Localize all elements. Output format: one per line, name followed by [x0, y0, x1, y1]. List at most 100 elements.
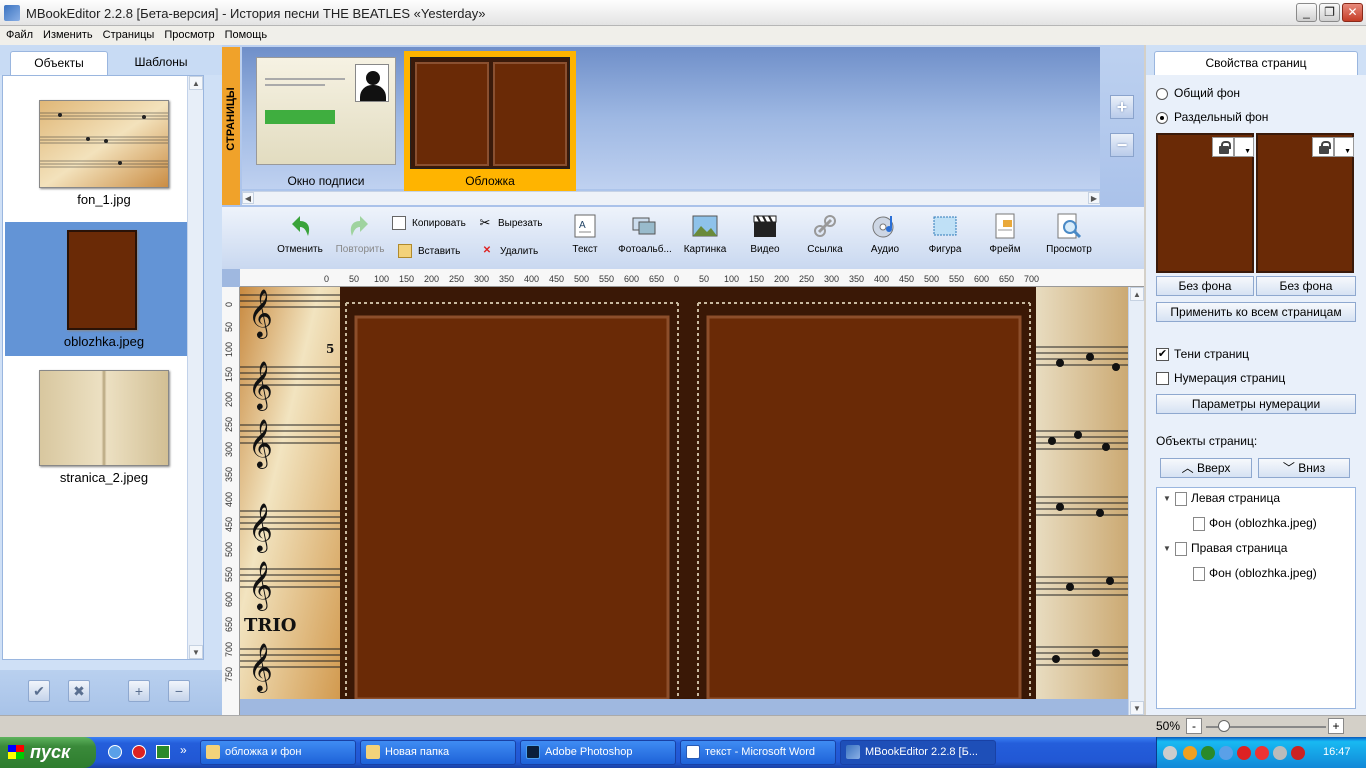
- frame-tool[interactable]: Фрейм: [975, 212, 1035, 255]
- link-tool[interactable]: Ссылка: [795, 212, 855, 255]
- close-button[interactable]: ✕: [1342, 3, 1363, 22]
- scroll-down-icon[interactable]: ▼: [1130, 701, 1144, 715]
- tray-antivirus-icon[interactable]: [1291, 746, 1305, 760]
- add-object-button[interactable]: +: [128, 680, 150, 702]
- tray-app-icon[interactable]: [1183, 746, 1197, 760]
- tray-volume-icon[interactable]: [1273, 746, 1287, 760]
- shadows-checkbox[interactable]: ✔: [1156, 348, 1169, 361]
- task-new-folder[interactable]: Новая папка: [360, 740, 516, 765]
- scroll-up-icon[interactable]: ▲: [1130, 287, 1144, 301]
- ruler-tick-label: 500: [224, 541, 234, 557]
- left-bg-preview[interactable]: ▼: [1156, 133, 1254, 273]
- expand-quicklaunch-icon[interactable]: »: [180, 743, 187, 757]
- minimize-button[interactable]: _: [1296, 3, 1317, 22]
- list-item-stranica2[interactable]: stranica_2.jpeg: [5, 364, 203, 486]
- tree-item-left-bg[interactable]: Фон (oblozhka.jpeg): [1193, 516, 1317, 531]
- tray-app-icon[interactable]: [1237, 746, 1251, 760]
- start-button[interactable]: пуск: [0, 737, 96, 768]
- no-bg-right-button[interactable]: Без фона: [1256, 276, 1356, 296]
- lock-icon[interactable]: [1212, 137, 1234, 157]
- cut-button[interactable]: ✂ Вырезать: [478, 215, 543, 233]
- task-mbookeditor[interactable]: MBookEditor 2.2.8 [Б...: [840, 740, 996, 765]
- tray-app-icon[interactable]: [1255, 746, 1269, 760]
- tab-objects[interactable]: Объекты: [10, 51, 108, 75]
- maximize-button[interactable]: ❐: [1319, 3, 1340, 22]
- tab-templates[interactable]: Шаблоны: [112, 51, 210, 75]
- picture-tool[interactable]: Картинка: [675, 212, 735, 255]
- svg-text:𝄞: 𝄞: [248, 288, 273, 339]
- task-label: Adobe Photoshop: [545, 746, 633, 758]
- radio-separate-bg[interactable]: [1156, 112, 1168, 124]
- picture-label: Картинка: [683, 244, 727, 255]
- expand-arrow-icon[interactable]: ▼: [1163, 494, 1171, 503]
- apply-all-button[interactable]: Применить ко всем страницам: [1156, 302, 1356, 322]
- zoom-slider-thumb[interactable]: [1218, 720, 1230, 732]
- page-thumb-cover[interactable]: Обложка: [404, 51, 576, 191]
- zoom-in-button[interactable]: +: [1328, 718, 1344, 734]
- page-thumb-signature[interactable]: Окно подписи: [252, 51, 400, 191]
- scroll-left-icon[interactable]: ◀: [242, 192, 254, 204]
- video-tool[interactable]: Видео: [735, 212, 795, 255]
- tree-item-right-bg[interactable]: Фон (oblozhka.jpeg): [1193, 566, 1317, 581]
- page-properties-tab[interactable]: Свойства страниц: [1154, 51, 1358, 75]
- expand-arrow-icon[interactable]: ▼: [1163, 544, 1171, 553]
- menu-file[interactable]: Файл: [0, 26, 37, 41]
- remove-button[interactable]: ✖: [68, 680, 90, 702]
- shape-tool[interactable]: Фигура: [915, 212, 975, 255]
- scroll-up-icon[interactable]: ▲: [189, 76, 203, 90]
- ruler-tick-label: 550: [949, 274, 965, 284]
- ie-icon[interactable]: [108, 745, 122, 759]
- tree-item-right-page[interactable]: Правая страница: [1175, 541, 1287, 556]
- dropdown-arrow-icon[interactable]: ▼: [1234, 137, 1254, 157]
- right-bg-preview[interactable]: ▼: [1256, 133, 1354, 273]
- tray-network-icon[interactable]: [1219, 746, 1233, 760]
- photo-album-tool[interactable]: Фотоальб...: [615, 212, 675, 255]
- confirm-button[interactable]: ✔: [28, 680, 50, 702]
- app-quicklaunch-icon[interactable]: [156, 745, 170, 759]
- tray-arrow-icon[interactable]: [1163, 746, 1177, 760]
- ruler-tick-label: 600: [624, 274, 640, 284]
- task-photoshop[interactable]: Adobe Photoshop: [520, 740, 676, 765]
- paste-button[interactable]: Вставить: [398, 243, 460, 261]
- text-tool[interactable]: A Текст: [555, 212, 615, 255]
- book-spread[interactable]: 𝄞 𝄞 𝄞 𝄞 𝄞 𝄞 TRIO 5: [240, 287, 1136, 699]
- list-item-oblozhka[interactable]: oblozhka.jpeg: [5, 222, 203, 356]
- redo-button[interactable]: Повторить: [330, 212, 390, 255]
- clapperboard-icon: [753, 215, 777, 237]
- task-folder-cover[interactable]: облoжка и фон: [200, 740, 356, 765]
- opera-icon[interactable]: [132, 745, 146, 759]
- radio-common-bg[interactable]: [1156, 88, 1168, 100]
- objects-scrollbar[interactable]: ▲ ▼: [187, 76, 203, 659]
- pages-scrollbar[interactable]: ◀ ▶: [242, 191, 1100, 205]
- undo-button[interactable]: Отменить: [270, 212, 330, 255]
- move-down-button[interactable]: ﹀ Вниз: [1258, 458, 1350, 478]
- audio-tool[interactable]: Аудио: [855, 212, 915, 255]
- menu-help[interactable]: Помощь: [219, 26, 272, 41]
- preview-tool[interactable]: Просмотр: [1039, 212, 1099, 255]
- undo-label: Отменить: [277, 244, 323, 255]
- delete-object-button[interactable]: −: [168, 680, 190, 702]
- copy-button[interactable]: Копировать: [392, 215, 466, 233]
- add-page-button[interactable]: +: [1110, 95, 1134, 119]
- list-item-fon1[interactable]: fon_1.jpg: [5, 94, 203, 216]
- delete-button[interactable]: ✕ Удалить: [480, 243, 538, 261]
- scroll-down-icon[interactable]: ▼: [189, 645, 203, 659]
- tray-app-icon[interactable]: [1201, 746, 1215, 760]
- menu-view[interactable]: Просмотр: [158, 26, 218, 41]
- no-bg-left-button[interactable]: Без фона: [1156, 276, 1254, 296]
- menu-pages[interactable]: Страницы: [97, 26, 159, 41]
- svg-text:𝄞: 𝄞: [248, 560, 273, 611]
- remove-page-button[interactable]: −: [1110, 133, 1134, 157]
- zoom-out-button[interactable]: -: [1186, 718, 1202, 734]
- lock-icon[interactable]: [1312, 137, 1334, 157]
- task-word[interactable]: текст - Microsoft Word: [680, 740, 836, 765]
- canvas-scrollbar[interactable]: ▲ ▼: [1128, 287, 1144, 715]
- numbering-params-button[interactable]: Параметры нумерации: [1156, 394, 1356, 414]
- scroll-right-icon[interactable]: ▶: [1088, 192, 1100, 204]
- signature-page-preview: [256, 57, 396, 165]
- menu-edit[interactable]: Изменить: [37, 26, 97, 41]
- numbering-checkbox[interactable]: [1156, 372, 1169, 385]
- dropdown-arrow-icon[interactable]: ▼: [1334, 137, 1354, 157]
- move-up-button[interactable]: ︿ Вверх: [1160, 458, 1252, 478]
- tree-item-left-page[interactable]: Левая страница: [1175, 491, 1280, 506]
